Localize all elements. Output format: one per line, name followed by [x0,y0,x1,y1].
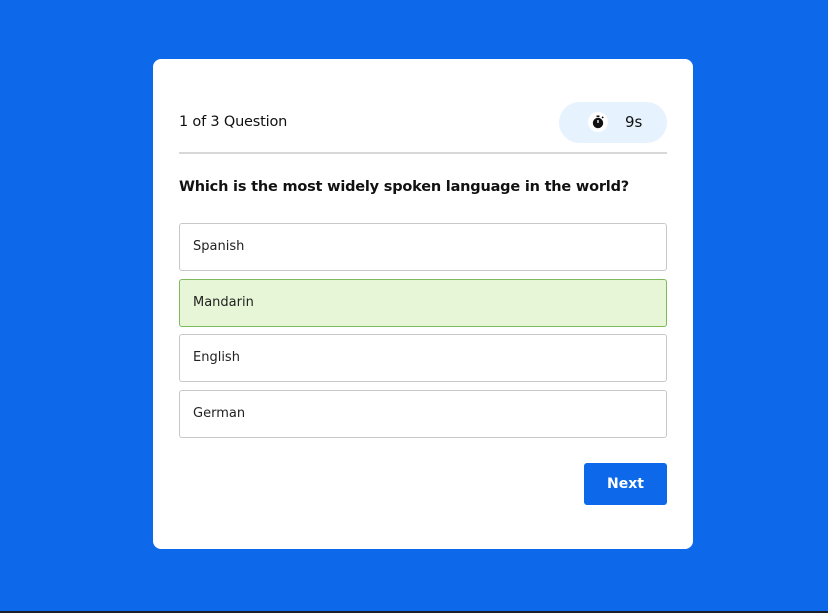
option-label: Spanish [193,239,245,254]
question-counter: 1 of 3 Question [179,114,288,130]
next-button[interactable]: Next [584,463,667,505]
option-german[interactable]: German [179,389,667,438]
option-label: English [193,350,240,365]
option-label: German [193,405,246,421]
option-english[interactable]: English [179,334,667,382]
header-divider [179,152,667,154]
option-mandarin[interactable]: Mandarin [179,278,667,327]
option-spanish[interactable]: Spanish [179,223,667,271]
stopwatch-icon [588,112,608,132]
quiz-card: 1 of 3 Question 9s Which is the most wid… [153,59,693,549]
question-text: Which is the most widely spoken language… [179,179,629,195]
option-label: Mandarin [193,294,254,310]
timer-badge: 9s [559,102,667,143]
answer-options: Spanish Mandarin English German [179,223,667,445]
quiz-header: 1 of 3 Question 9s [179,102,667,143]
timer-value: 9s [625,113,643,131]
